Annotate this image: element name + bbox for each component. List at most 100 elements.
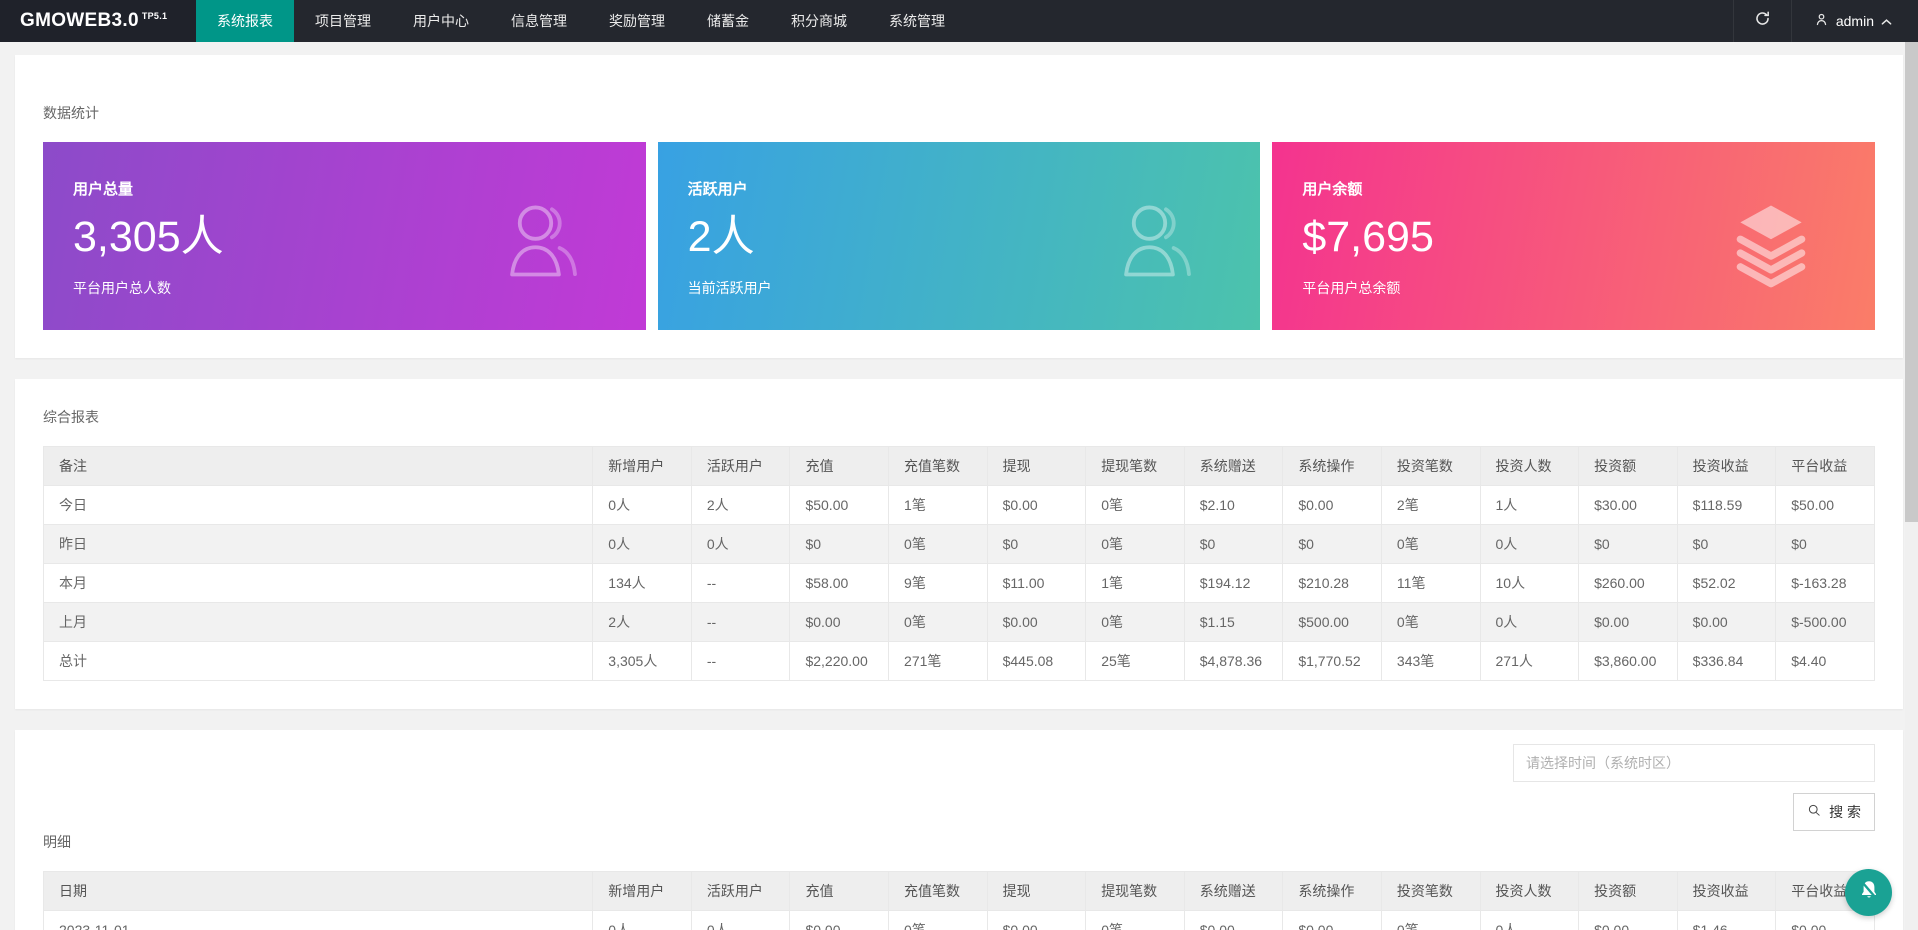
table-cell: 0人 — [1479, 524, 1580, 564]
theme-toggle-fab[interactable] — [1845, 869, 1892, 916]
table-cell: 0人 — [690, 910, 791, 930]
table-cell: $0 — [986, 524, 1087, 564]
table-cell: $50.00 — [1775, 485, 1875, 525]
table-cell: 0人 — [1479, 602, 1580, 642]
table-cell: 2023-11-01 — [42, 910, 594, 930]
table-cell: $0.00 — [1282, 485, 1382, 525]
summary-section-title: 综合报表 — [43, 409, 99, 425]
refresh-button[interactable] — [1732, 0, 1791, 42]
user-menu[interactable]: admin — [1790, 0, 1918, 42]
table-cell: 0人 — [690, 524, 791, 564]
column-header: 充值笔数 — [888, 446, 988, 486]
table-row: 昨日 0人 0人 $0 0笔 $0 0笔 $0 $0 0笔 0人 $0 $0 $0 — [42, 524, 1875, 564]
table-cell: $52.02 — [1676, 563, 1777, 603]
column-header: 投资额 — [1578, 871, 1678, 911]
detail-section-title: 明细 — [43, 834, 71, 850]
table-cell: $2,220.00 — [789, 641, 890, 681]
table-cell: $0 — [789, 524, 890, 564]
table-cell: 昨日 — [42, 524, 594, 564]
table-cell: -- — [690, 641, 791, 681]
nav-item-5[interactable]: 奖励管理 — [588, 0, 686, 42]
column-header: 投资额 — [1578, 446, 1678, 486]
app-logo-text: GMOWEB3.0 — [20, 10, 139, 31]
nav-item-1[interactable]: 系统报表 — [196, 0, 294, 42]
stat-card-3: 用户余额 $7,695 平台用户总余额 — [1272, 142, 1876, 330]
column-header: 提现 — [986, 446, 1087, 486]
table-cell: $1.46 — [1676, 910, 1777, 930]
table-row: 本月 134人 -- $58.00 9笔 $11.00 1笔 $194.12 $210.28 11… — [42, 563, 1875, 603]
user-name: admin — [1835, 13, 1874, 29]
table-cell: $0.00 — [1183, 910, 1284, 930]
search-button[interactable]: 搜 索 — [1793, 793, 1875, 831]
table-cell: 0笔 — [888, 524, 988, 564]
stat-card-1: 用户总量 3,305人 平台用户总人数 — [43, 142, 646, 330]
table-cell: $0 — [1578, 524, 1678, 564]
table-cell: 0笔 — [1085, 602, 1185, 642]
table-cell: 271人 — [1479, 641, 1580, 681]
table-cell: 0人 — [592, 485, 692, 525]
users-icon — [496, 196, 588, 288]
column-header: 充值 — [789, 871, 890, 911]
main-nav: 系统报表 项目管理 用户中心 信息管理 奖励管理 储蓄金 积分商城 系统管理 — [196, 0, 966, 42]
nav-item-7[interactable]: 积分商城 — [770, 0, 868, 42]
table-cell: $0.00 — [1578, 602, 1678, 642]
column-header: 投资人数 — [1479, 871, 1580, 911]
column-header: 系统操作 — [1282, 871, 1382, 911]
table-cell: 0人 — [592, 524, 692, 564]
summary-panel: 综合报表 备注 新增用户 活跃用户 充值 充值笔数 提现 提现笔数 系统赠送 系统操作 投资笔数投… — [15, 379, 1903, 709]
nav-item-2[interactable]: 项目管理 — [294, 0, 392, 42]
column-header: 新增用户 — [592, 446, 692, 486]
header-row: 日期 新增用户 活跃用户 充值 充值笔数 提现 提现笔数 系统赠送 系统操作 投资笔数 投资人数 投资… — [42, 871, 1875, 911]
table-cell: 11笔 — [1380, 563, 1481, 603]
refresh-icon — [1754, 10, 1771, 32]
column-header: 系统赠送 — [1183, 871, 1284, 911]
detail-panel: 搜 索 明细 日期新增用户活跃用户充值充值笔数提现提现笔数系统赠送系统操作投资笔… — [15, 730, 1903, 930]
column-header: 系统操作 — [1282, 446, 1382, 486]
table-cell: $1,770.52 — [1282, 641, 1382, 681]
column-header: 提现 — [986, 871, 1087, 911]
table-cell: -- — [690, 563, 791, 603]
table-cell: $-163.28 — [1775, 563, 1875, 603]
nav-item-6[interactable]: 储蓄金 — [686, 0, 770, 42]
table-cell: 25笔 — [1085, 641, 1185, 681]
column-header: 投资人数 — [1479, 446, 1580, 486]
nav-item-4[interactable]: 信息管理 — [490, 0, 588, 42]
table-cell: 总计 — [42, 641, 594, 681]
nav-item-3[interactable]: 用户中心 — [392, 0, 490, 42]
table-cell: 0笔 — [888, 910, 988, 930]
scrollbar[interactable] — [1905, 42, 1918, 930]
app-logo[interactable]: GMOWEB3.0 TP5.1 — [0, 0, 196, 42]
table-cell: $11.00 — [986, 563, 1087, 603]
time-range-input[interactable] — [1513, 744, 1875, 782]
table-cell: $336.84 — [1676, 641, 1777, 681]
table-cell: 1人 — [1479, 485, 1580, 525]
table-cell: $445.08 — [986, 641, 1087, 681]
table-cell: 0笔 — [888, 602, 988, 642]
table-cell: 上月 — [42, 602, 594, 642]
table-cell: 本月 — [42, 563, 594, 603]
table-cell: $0.00 — [986, 602, 1087, 642]
top-nav-bar: GMOWEB3.0 TP5.1 系统报表 项目管理 用户中心 信息管理 奖励管理 储蓄金 积分… — [0, 0, 1918, 42]
table-cell: 0笔 — [1085, 524, 1185, 564]
column-header: 投资笔数 — [1380, 446, 1481, 486]
table-row: 今日 0人 2人 $50.00 1笔 $0.00 0笔 $2.10 $0.00 2笔 1人 $30.0… — [42, 485, 1875, 525]
chevron-up-icon — [1881, 13, 1892, 29]
search-button-label: 搜 索 — [1829, 804, 1861, 820]
table-cell: $0.00 — [789, 602, 890, 642]
table-cell: $4,878.36 — [1183, 641, 1284, 681]
table-cell: $-500.00 — [1775, 602, 1875, 642]
table-cell: 343笔 — [1380, 641, 1481, 681]
column-header: 投资笔数 — [1380, 871, 1481, 911]
table-cell: 1笔 — [1085, 563, 1185, 603]
nav-item-8[interactable]: 系统管理 — [868, 0, 966, 42]
table-cell: 今日 — [42, 485, 594, 525]
table-cell: $0.00 — [789, 910, 890, 930]
table-cell: $0.00 — [986, 485, 1087, 525]
scrollbar-thumb[interactable] — [1905, 42, 1918, 522]
column-header: 充值 — [789, 446, 890, 486]
column-header: 新增用户 — [592, 871, 692, 911]
table-cell: $2.10 — [1183, 485, 1284, 525]
users-icon — [1110, 196, 1202, 288]
column-header: 充值笔数 — [888, 871, 988, 911]
table-row: 总计 3,305人 -- $2,220.00 271笔 $445.08 25笔 $4,878.… — [42, 641, 1875, 681]
